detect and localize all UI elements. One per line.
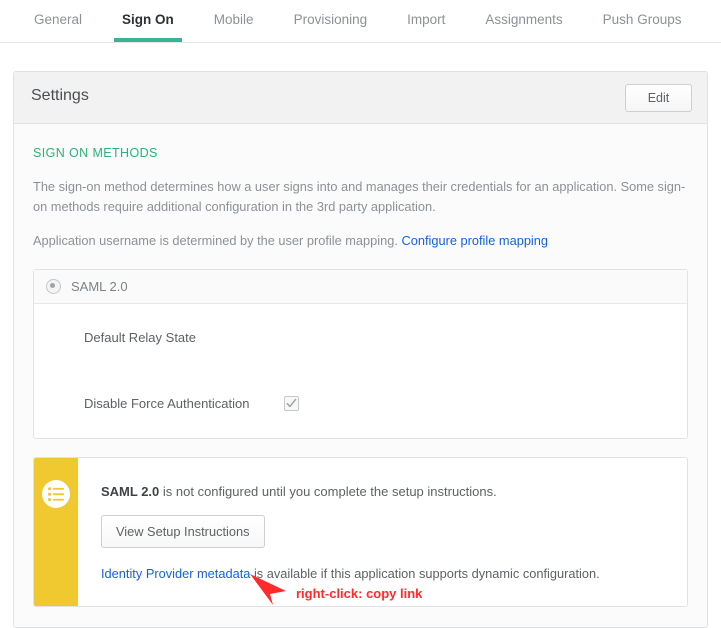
- tab-push-groups[interactable]: Push Groups: [583, 0, 702, 42]
- tab-mobile[interactable]: Mobile: [194, 0, 274, 42]
- tab-mobile-label: Mobile: [214, 12, 254, 27]
- tab-push-groups-label: Push Groups: [603, 12, 682, 27]
- warning-message: SAML 2.0 is not configured until you com…: [101, 484, 667, 499]
- application-username-label: Application username is determined by th…: [33, 233, 401, 248]
- tab-import-label: Import: [407, 12, 445, 27]
- tab-bar: General Sign On Mobile Provisioning Impo…: [0, 0, 721, 43]
- identity-provider-metadata-link[interactable]: Identity Provider metadata: [101, 566, 250, 581]
- default-relay-state-label: Default Relay State: [84, 330, 284, 345]
- tab-provisioning-label: Provisioning: [294, 12, 368, 27]
- settings-card-body: SIGN ON METHODS The sign-on method deter…: [14, 124, 707, 627]
- warning-message-strong: SAML 2.0: [101, 484, 159, 499]
- tab-assignments-label: Assignments: [485, 12, 562, 27]
- edit-button[interactable]: Edit: [625, 84, 692, 112]
- application-username-text: Application username is determined by th…: [33, 231, 688, 251]
- tab-general-label: General: [34, 12, 82, 27]
- tab-list: General Sign On Mobile Provisioning Impo…: [0, 0, 721, 42]
- tab-assignments[interactable]: Assignments: [465, 0, 582, 42]
- warning-content: SAML 2.0 is not configured until you com…: [78, 458, 687, 601]
- list-circle-icon: [42, 480, 70, 508]
- warning-message-rest: is not configured until you complete the…: [159, 484, 496, 499]
- metadata-line-rest: is available if this application support…: [250, 566, 599, 581]
- configure-profile-mapping-link[interactable]: Configure profile mapping: [401, 233, 548, 248]
- saml-method-panel: SAML 2.0 Default Relay State Disable For…: [33, 269, 688, 439]
- saml-setup-warning-panel: SAML 2.0 is not configured until you com…: [33, 457, 688, 607]
- saml-fields: Default Relay State Disable Force Authen…: [34, 304, 687, 438]
- tab-provisioning[interactable]: Provisioning: [274, 0, 388, 42]
- sign-on-description: The sign-on method determines how a user…: [33, 177, 688, 217]
- saml-method-header[interactable]: SAML 2.0: [34, 270, 687, 304]
- saml-radio-button[interactable]: [46, 279, 61, 294]
- list-glyph-icon: [48, 487, 65, 502]
- field-row-default-relay-state: Default Relay State: [34, 326, 687, 348]
- tab-sign-on[interactable]: Sign On: [102, 0, 194, 42]
- view-setup-instructions-button[interactable]: View Setup Instructions: [101, 515, 265, 548]
- settings-card-header: Settings Edit: [14, 72, 707, 124]
- tab-import[interactable]: Import: [387, 0, 465, 42]
- page-title: Settings: [31, 87, 89, 105]
- disable-force-authentication-label: Disable Force Authentication: [84, 396, 284, 411]
- field-row-disable-force-authentication: Disable Force Authentication: [34, 392, 687, 414]
- disable-force-authentication-checkbox[interactable]: [284, 396, 299, 411]
- tab-sign-on-label: Sign On: [122, 12, 174, 27]
- tab-general[interactable]: General: [14, 0, 102, 42]
- checkmark-icon: [286, 398, 297, 409]
- settings-card: Settings Edit SIGN ON METHODS The sign-o…: [13, 71, 708, 628]
- metadata-line: Identity Provider metadata is available …: [101, 566, 667, 581]
- sign-on-methods-heading: SIGN ON METHODS: [33, 146, 688, 160]
- saml-method-label: SAML 2.0: [71, 279, 128, 294]
